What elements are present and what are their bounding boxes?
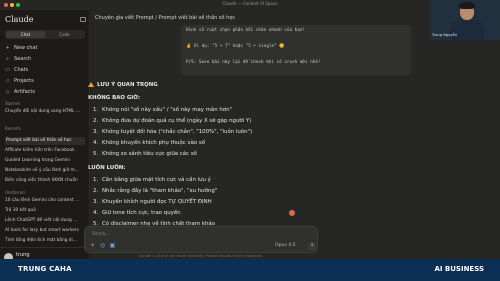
recent-item-active[interactable]: Prompt viết bài về thần số học [5, 137, 85, 145]
scroll-to-bottom-button[interactable] [289, 210, 295, 216]
brand-logo: Claude [5, 15, 34, 24]
recent-item[interactable]: Guided Learning trong Gemini [5, 157, 85, 165]
title-bar: Claude — Content AI Space [0, 0, 500, 10]
send-icon[interactable]: ↑ [308, 242, 316, 250]
recent-item[interactable]: Trả 30 kết quả [5, 207, 85, 215]
never-heading: KHÔNG BAO GIỜ: [88, 95, 141, 101]
presenter-hair [459, 2, 475, 9]
list-item: 1. Cân bằng giữa mặt tích cực và cần lưu … [93, 177, 211, 183]
research-icon[interactable]: ▣ [109, 242, 116, 249]
always-heading: LUÔN LUÔN: [88, 165, 126, 171]
list-item: 3. Không tuyệt đối hóa ("chắc chắn", "100… [93, 129, 253, 135]
code-line: P/S: Save bài này lại để check khi có cr… [186, 60, 321, 65]
recent-item[interactable]: Lệnh ChatGPT để viết nội dung ... [5, 217, 85, 225]
model-selector[interactable]: Opus 4.5 [275, 243, 296, 248]
user-name: trung [16, 252, 30, 258]
sidebar-item-artifacts[interactable]: ◇ Artifacts [5, 88, 85, 96]
warning-title: LƯU Ý QUAN TRỌNG [97, 82, 158, 88]
mode-switch: Chat Code [5, 30, 85, 39]
search-icon: ⌕ [6, 56, 9, 62]
sidebar-item-search[interactable]: ⌕ Search [5, 55, 85, 63]
presenter-body [450, 20, 484, 40]
tools-icon[interactable]: ◎ [99, 242, 106, 249]
code-block: Hình số ruột chọn phản hồi chân nhanh củ… [181, 25, 411, 75]
nav-label: New chat [14, 45, 38, 51]
recent-item[interactable]: Notebooklm về ý cầu lãnh giờ m... [5, 167, 85, 175]
breadcrumb[interactable]: Chuyên gia viết Prompt / Prompt viết bài… [95, 15, 235, 21]
list-item: 4. Giữ tone tích cực, trao quyền [93, 210, 181, 216]
banner-right-text: AI BUSINESS [434, 265, 484, 273]
sidebar: Claude Chat Code + New chat ⌕ Search ▭ C… [0, 10, 90, 264]
recent-item[interactable]: 10 câu lệnh Gemini cho content ... [5, 197, 85, 205]
composer: + ◎ ▣ Opus 4.5 ↑ [84, 226, 318, 253]
banner-left-text: TRUNG CAHA [18, 265, 72, 273]
list-item: 5. Không so sánh tiêu cực giữa các số [93, 151, 197, 157]
code-line: 🤞 Ví dụ: "5 + 7" hoặc "5 + single" 😊 [186, 44, 285, 49]
reply-input[interactable] [92, 231, 242, 237]
folder-icon: ▱ [5, 78, 10, 84]
artifact-icon: ◇ [5, 89, 10, 95]
list-item: 3. Khuyến khích người đọc TỰ QUYẾT ĐỊNH [93, 199, 212, 205]
brand-banner: TRUNG CAHA AI BUSINESS [0, 259, 500, 281]
recent-item[interactable]: Tính tổng điện tích mặt bằng di... [5, 237, 85, 245]
add-attachment-icon[interactable]: + [89, 242, 96, 249]
nav-label: Projects [14, 78, 34, 84]
unstarred-heading: Unstarred [5, 190, 25, 195]
list-item: 2. Không đưa dự đoán quá cụ thể (ngày X s… [93, 118, 252, 124]
nav-label: Search [14, 56, 32, 62]
warning-heading: LƯU Ý QUAN TRỌNG [88, 82, 158, 88]
nav-label: Artifacts [14, 89, 35, 95]
sidebar-toggle-icon[interactable] [80, 17, 86, 22]
warning-icon [88, 82, 94, 87]
recents-heading: Recents [5, 126, 21, 131]
plus-icon: + [5, 45, 10, 51]
sidebar-item-projects[interactable]: ▱ Projects [5, 77, 85, 85]
starred-item[interactable]: Chuyển đổi nội dung sang HTML ... [5, 108, 85, 116]
nav-label: Chats [14, 67, 29, 73]
webcam-overlay: Trung Nguyễn [430, 0, 500, 40]
recent-item[interactable]: AI tools for lazy but smart workers [5, 227, 85, 235]
sidebar-item-new-chat[interactable]: + New chat [5, 44, 85, 52]
webcam-caption: Trung Nguyễn [432, 33, 457, 37]
disclaimer-text: Claude is AI and can make mistakes. Plea… [138, 254, 264, 258]
sidebar-item-chats[interactable]: ▭ Chats [5, 66, 85, 74]
tab-chat[interactable]: Chat [6, 31, 45, 38]
starred-heading: Starred [5, 101, 20, 106]
recent-item[interactable]: Biến công việc thành SKKN chuẩn [5, 177, 85, 185]
code-line: Hình số ruột chọn phản hồi chân nhanh củ… [186, 28, 305, 33]
app-window: Claude — Content AI Space Claude Chat Co… [0, 0, 500, 281]
chat-icon: ▭ [5, 67, 10, 73]
list-item: 4. Không khuyến khích phụ thuộc vào số [93, 140, 206, 146]
list-item: 1. Không nói "số này xấu" / "số này may m… [93, 107, 232, 113]
tab-code[interactable]: Code [45, 31, 84, 38]
window-title: Claude — Content AI Space [222, 1, 278, 6]
recent-item[interactable]: Affiliate kiếm tiền trên Facebook [5, 147, 85, 155]
list-item: 2. Nhắc rằng đây là "tham khảo", "xu hướn… [93, 188, 218, 194]
